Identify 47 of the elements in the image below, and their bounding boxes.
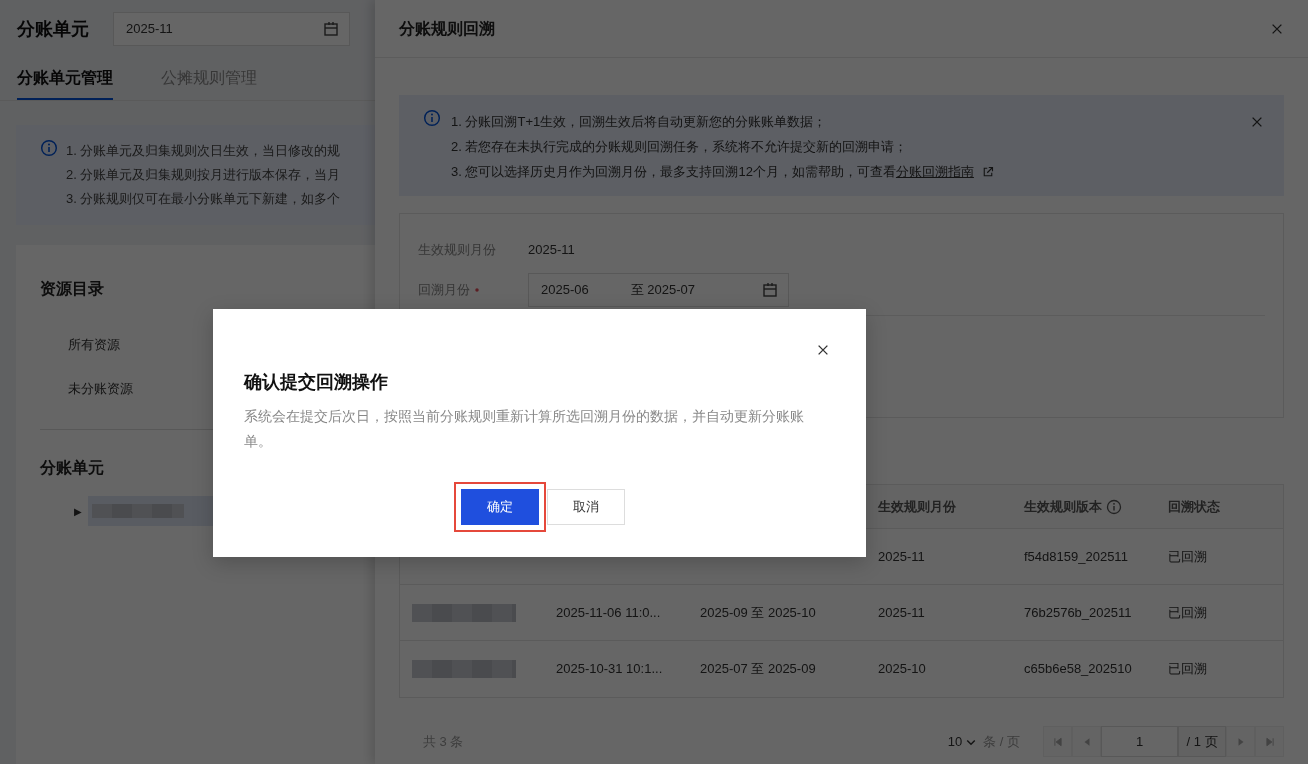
table-cell: 已回溯 (1168, 661, 1207, 677)
table-cell: 2025-11 (878, 548, 925, 564)
close-icon[interactable] (816, 343, 830, 357)
notice-text: 3. 分账规则仅可在最小分账单元下新建，如多个 (66, 190, 341, 208)
section-title: 资源目录 (40, 279, 105, 299)
page-size-select[interactable]: 10 (947, 731, 978, 752)
page-count: / 1 页 (1178, 726, 1226, 757)
modal-title: 确认提交回溯操作 (244, 371, 389, 394)
column-header: 回溯状态 (1168, 497, 1220, 516)
cancel-button[interactable]: 取消 (546, 489, 625, 525)
field-value: 2025-11 (528, 241, 575, 259)
page-title: 分账单元 (17, 17, 89, 41)
section-title: 分账单元 (40, 458, 105, 478)
notice-text: 3. 您可以选择历史月作为回溯月份，最多支持回溯12个月，如需帮助，可查看 (451, 163, 896, 181)
calendar-icon (323, 21, 339, 37)
table-cell: 76b2576b_202511 (1024, 604, 1132, 620)
notice-text: 1. 分账单元及归集规则次日生效，当日修改的规 (66, 142, 341, 160)
calendar-icon (762, 281, 778, 298)
notice-text: 2. 分账单元及归集规则按月进行版本保存，当月 (66, 166, 341, 184)
table-cell: 已回溯 (1168, 548, 1207, 564)
notice-text: 2. 若您存在未执行完成的分账规则回溯任务，系统将不允许提交新的回溯申请； (451, 138, 909, 156)
expand-toggle[interactable]: ▶ (74, 503, 89, 519)
external-link-icon (981, 165, 994, 178)
table-cell: 2025-11-06 11:0... (556, 604, 661, 620)
modal-message: 系统会在提交后次日，按照当前分账规则重新计算所选回溯月份的数据，并自动更新分账账单。 (244, 407, 805, 451)
info-icon (40, 139, 58, 157)
column-header: 生效规则版本 (1024, 497, 1102, 516)
date-range-field[interactable]: 2025-06 至 2025-07 (528, 272, 789, 307)
table-cell: 2025-11 (878, 604, 925, 620)
table-cell: c65b6e58_202510 (1024, 661, 1132, 677)
sidebar-item[interactable]: 未分账资源 (68, 380, 133, 396)
table-cell: f54d8159_202511 (1024, 548, 1128, 564)
page-input[interactable]: 1 (1101, 726, 1178, 757)
notice-text: 1. 分账回溯T+1生效，回溯生效后将自动更新您的分账账单数据； (451, 113, 828, 131)
info-icon (423, 109, 441, 127)
table-cell: 2025-10-31 10:1... (556, 661, 663, 677)
table-cell: 2025-09 至 2025-10 (700, 604, 816, 620)
table-cell: 2025-07 至 2025-09 (700, 661, 816, 677)
guide-link[interactable]: 分账回溯指南 (895, 159, 974, 184)
column-header: 生效规则月份 (878, 497, 956, 516)
table-cell: 已回溯 (1168, 604, 1207, 620)
confirm-button[interactable]: 确定 (460, 489, 539, 525)
table-cell: 2025-10 (878, 661, 926, 677)
month-picker[interactable]: 2025-11 (113, 12, 350, 46)
sidebar-item[interactable]: 所有资源 (68, 337, 120, 352)
drawer-title: 分账规则回溯 (399, 18, 495, 39)
tab[interactable]: 分账单元管理 (17, 66, 113, 100)
